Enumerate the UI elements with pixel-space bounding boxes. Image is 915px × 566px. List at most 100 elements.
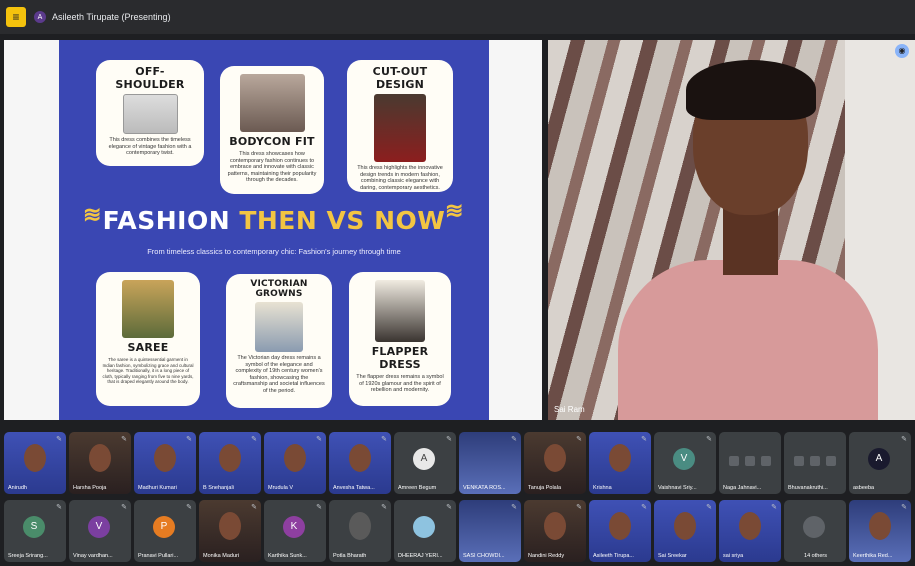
- participant-tile[interactable]: ✎ VENKATA ROS...: [459, 432, 521, 494]
- participant-name: B Snehanjali: [203, 485, 234, 491]
- participant-tile[interactable]: ✎ Anirudh: [4, 432, 66, 494]
- participant-name: Krishna: [593, 485, 612, 491]
- menu-icon: ≡: [12, 10, 20, 24]
- participant-tile[interactable]: K ✎ Karthika Sunk...: [264, 500, 326, 562]
- participant-name: Tanuja Polala: [528, 485, 562, 491]
- participant-row-1: ✎ Anirudh ✎ Harsha Pooja ✎ Madhuri Kumari ✎…: [0, 432, 915, 494]
- mic-off-icon: ✎: [706, 436, 712, 443]
- participant-tile[interactable]: ✎ Krishna: [589, 432, 651, 494]
- presenter-avatar: A: [34, 11, 46, 23]
- main-video-name: Sai Ram: [554, 405, 585, 414]
- participant-name: Karthika Sunk...: [268, 553, 307, 559]
- sidepanel-toggle-button[interactable]: ≡: [6, 7, 26, 27]
- participant-tile[interactable]: ✎ Asileeth Tirupa...: [589, 500, 651, 562]
- card-title: OFF-SHOULDER: [115, 65, 185, 91]
- participant-name: Sai Sreekar: [658, 553, 687, 559]
- mic-off-icon: ✎: [316, 504, 322, 511]
- participant-name: Naga Jahnavi...: [723, 485, 762, 491]
- main-video-tile[interactable]: ◉ Sai Ram: [548, 40, 915, 420]
- participant-tile[interactable]: ✎ Tanuja Polala: [524, 432, 586, 494]
- card-bodycon: BODYCON FIT This dress showcases how con…: [220, 66, 324, 194]
- mic-off-icon: ✎: [121, 504, 127, 511]
- card-flapper: FLAPPER DRESS The flapper dress remains …: [349, 272, 451, 406]
- participant-tile[interactable]: A ✎ Amreen Begum: [394, 432, 456, 494]
- mic-off-icon: ✎: [316, 436, 322, 443]
- mic-off-icon: ✎: [511, 436, 517, 443]
- participant-name: Vinay vardhan...: [73, 553, 113, 559]
- participant-tile[interactable]: ✎ Anvesha Tatwa...: [329, 432, 391, 494]
- face: [609, 444, 631, 472]
- hair: [686, 60, 816, 120]
- participant-row-2: S ✎ Sreeja Srirang... V ✎ Vinay vardhan... P…: [0, 500, 915, 562]
- participant-tile[interactable]: ✎ Mrudula V: [264, 432, 326, 494]
- others-tile[interactable]: 14 others: [784, 500, 846, 562]
- participant-name: Anirudh: [8, 485, 27, 491]
- participant-tile[interactable]: V ✎ Vaishnavi Sriy...: [654, 432, 716, 494]
- headline-white: FASHION: [102, 206, 240, 235]
- saree-photo: [122, 280, 174, 338]
- participant-tile[interactable]: ✎ Nandini Reddy: [524, 500, 586, 562]
- participant-tile[interactable]: ✎ Harsha Pooja: [69, 432, 131, 494]
- participant-tile[interactable]: ✎ B Snehanjali: [199, 432, 261, 494]
- others-count: 14 others: [804, 553, 827, 559]
- participant-tile[interactable]: S ✎ Sreeja Srirang...: [4, 500, 66, 562]
- pin-icon[interactable]: ◉: [895, 44, 909, 58]
- participant-name: Potla Bharath: [333, 553, 367, 559]
- mic-off-icon: ✎: [511, 504, 517, 511]
- participant-tile[interactable]: ✎ Monika Maduri: [199, 500, 261, 562]
- mic-off-icon: ✎: [56, 436, 62, 443]
- participant-name: Mrudula V: [268, 485, 294, 491]
- mic-off-icon: ✎: [446, 436, 452, 443]
- mic-off-icon: ✎: [186, 436, 192, 443]
- avatar: A: [868, 448, 890, 470]
- mic-off-icon: ✎: [901, 504, 907, 511]
- face: [609, 512, 631, 540]
- face: [349, 512, 371, 540]
- card-title: BODYCON FIT: [229, 135, 315, 148]
- cut-out-photo: [374, 94, 426, 162]
- mic-off-icon: ✎: [381, 436, 387, 443]
- card-title: CUT-OUT DESIGN: [372, 65, 428, 91]
- participant-tile[interactable]: ✎ sai sriya: [719, 500, 781, 562]
- mic-off-icon: ✎: [186, 504, 192, 511]
- face: [674, 512, 696, 540]
- participant-tile[interactable]: ✎ Madhuri Kumari: [134, 432, 196, 494]
- control-icon: [810, 456, 820, 466]
- participant-tile[interactable]: Naga Jahnavi...: [719, 432, 781, 494]
- participant-name: Sreeja Srirang...: [8, 553, 48, 559]
- participant-tile[interactable]: ✎ Keerthika Red...: [849, 500, 911, 562]
- participant-tile[interactable]: ✎ SASI CHOWDI...: [459, 500, 521, 562]
- participant-name: Anvesha Tatwa...: [333, 485, 375, 491]
- mic-off-icon: ✎: [446, 504, 452, 511]
- participant-name: asbeeba: [853, 485, 875, 491]
- headline-yellow: THEN VS NOW: [239, 206, 446, 235]
- face: [154, 444, 176, 472]
- shirt: [618, 260, 878, 420]
- mic-off-icon: ✎: [771, 504, 777, 511]
- participant-tile[interactable]: ✎ Sai Sreekar: [654, 500, 716, 562]
- participant-tile[interactable]: P ✎ Pranavi Pullari...: [134, 500, 196, 562]
- slide-headline: FASHION THEN VS NOW: [59, 206, 489, 235]
- mic-off-icon: ✎: [901, 436, 907, 443]
- avatar: S: [23, 516, 45, 538]
- others-avatar: [803, 516, 825, 538]
- participant-tile[interactable]: ✎ Potla Bharath: [329, 500, 391, 562]
- participant-name: SASI CHOWDI...: [463, 553, 505, 559]
- presentation-area: OFF-SHOULDER This dress combines the tim…: [4, 40, 542, 420]
- participant-name: Nandini Reddy: [528, 553, 565, 559]
- participant-tile[interactable]: Bhuvanakruthi...: [784, 432, 846, 494]
- participant-name: Asileeth Tirupa...: [593, 553, 634, 559]
- card-desc: The flapper dress remains a symbol of 19…: [356, 374, 444, 393]
- meeting-topbar: ≡ A Asileeth Tirupate (Presenting): [0, 0, 915, 34]
- mic-off-icon: ✎: [381, 504, 387, 511]
- participant-tile[interactable]: A ✎ asbeeba: [849, 432, 911, 494]
- card-desc: The Victorian day dress remains a symbol…: [233, 355, 325, 394]
- face: [349, 444, 371, 472]
- card-title: VICTORIAN GROWNS: [250, 279, 308, 299]
- face: [869, 512, 891, 540]
- participant-name: sai sriya: [723, 553, 744, 559]
- participant-name: Pranavi Pullari...: [138, 553, 179, 559]
- participant-tile[interactable]: ✎ DHEERAJ YERI...: [394, 500, 456, 562]
- presenter-chip[interactable]: A Asileeth Tirupate (Presenting): [34, 11, 171, 23]
- participant-tile[interactable]: V ✎ Vinay vardhan...: [69, 500, 131, 562]
